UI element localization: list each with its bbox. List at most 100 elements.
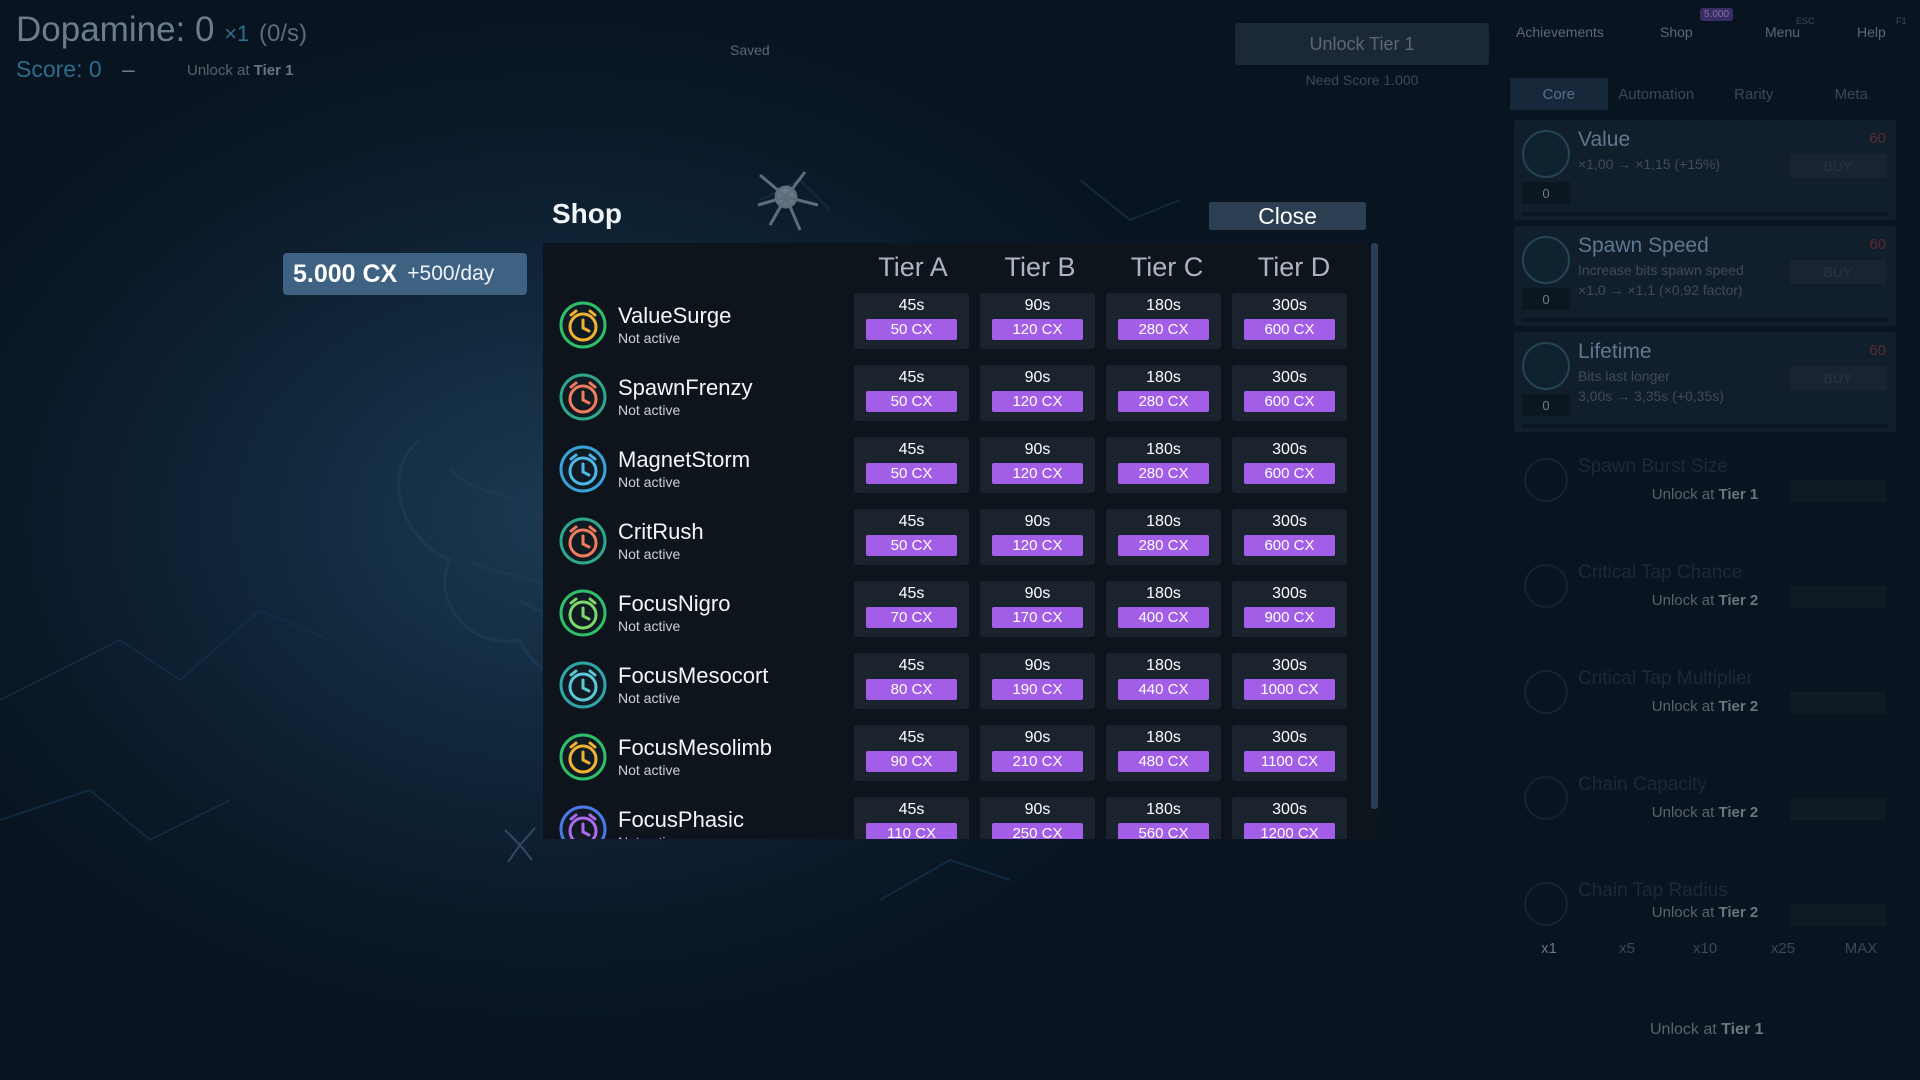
upgrade-name: Spawn Speed (1578, 234, 1709, 257)
help-button[interactable]: Help (1857, 24, 1886, 40)
buy-tier-d-button[interactable]: 300s 600 CX (1232, 509, 1347, 565)
alarm-clock-icon (559, 661, 607, 709)
tab-rarity[interactable]: Rarity (1705, 78, 1803, 110)
buy-tier-c-button[interactable]: 180s 280 CX (1106, 365, 1221, 421)
buy-tier-d-button[interactable]: 300s 1100 CX (1232, 725, 1347, 781)
buy-tier-a-button[interactable]: 45s 50 CX (854, 437, 969, 493)
tier-price: 600 CX (1244, 319, 1335, 340)
tier-duration: 45s (898, 441, 925, 458)
locked-upgrade-card: Spawn Burst Size Unlock at Tier 1 (1514, 446, 1896, 546)
buy-tier-c-button[interactable]: 180s 280 CX (1106, 437, 1221, 493)
buy-tier-b-button[interactable]: 90s 120 CX (980, 365, 1095, 421)
buy-tier-b-button[interactable]: 90s 120 CX (980, 509, 1095, 565)
tier-duration: 90s (1024, 585, 1051, 602)
tab-automation[interactable]: Automation (1608, 78, 1706, 110)
multiplier-x5[interactable]: x5 (1588, 940, 1666, 957)
upgrade-name: Value (1578, 128, 1631, 151)
buy-tier-a-button[interactable]: 45s 110 CX (854, 797, 969, 839)
buy-tier-d-button[interactable]: 300s 1200 CX (1232, 797, 1347, 839)
buy-tier-a-button[interactable]: 45s 50 CX (854, 365, 969, 421)
achievements-button[interactable]: Achievements (1516, 24, 1604, 40)
buy-button[interactable]: BUY (1790, 260, 1886, 284)
locked-upgrade-name: Chain Tap Radius (1578, 880, 1728, 901)
alarm-clock-icon (559, 301, 607, 349)
buy-tier-c-button[interactable]: 180s 280 CX (1106, 509, 1221, 565)
tier-price: 120 CX (992, 391, 1083, 412)
buy-tier-b-button[interactable]: 90s 250 CX (980, 797, 1095, 839)
tier-price: 1200 CX (1244, 823, 1335, 839)
unlock-prefix: Unlock at (1651, 904, 1719, 921)
tier-price: 600 CX (1244, 391, 1335, 412)
shop-nav-button[interactable]: Shop (1660, 24, 1693, 40)
unlock-tier-button[interactable]: Unlock Tier 1 (1235, 23, 1489, 65)
tab-core[interactable]: Core (1510, 78, 1608, 110)
buy-tier-c-button[interactable]: 180s 280 CX (1106, 293, 1221, 349)
buy-tier-c-button[interactable]: 180s 480 CX (1106, 725, 1221, 781)
close-shop-button[interactable]: Close (1209, 202, 1366, 230)
unlock-tier: Tier 2 (1718, 698, 1759, 715)
buy-button[interactable]: BUY (1790, 154, 1886, 178)
buy-tier-a-button[interactable]: 45s 80 CX (854, 653, 969, 709)
unlock-prefix: Unlock at (1651, 698, 1719, 715)
buy-tier-b-button[interactable]: 90s 210 CX (980, 725, 1095, 781)
tier-price: 70 CX (866, 607, 957, 628)
buy-tier-a-button[interactable]: 45s 90 CX (854, 725, 969, 781)
shop-item-name: CritRush (618, 519, 704, 544)
tier-price: 600 CX (1244, 463, 1335, 484)
shop-panel: Tier A Tier B Tier C Tier D ValueSurge No… (543, 243, 1380, 839)
buy-tier-c-button[interactable]: 180s 440 CX (1106, 653, 1221, 709)
unlock-prefix: Unlock at (1651, 592, 1719, 609)
tier-price: 480 CX (1118, 751, 1209, 772)
multiplier-max[interactable]: MAX (1822, 940, 1900, 957)
shop-title: Shop (552, 198, 622, 229)
buy-button[interactable]: BUY (1790, 366, 1886, 390)
upgrade-desc: Bits last longer 3,00s → 3,35s (+0,35s) (1578, 366, 1724, 406)
locked-upgrade-hint: Unlock at Tier 2 (1514, 804, 1896, 821)
buy-tier-b-button[interactable]: 90s 190 CX (980, 653, 1095, 709)
dopamine-value: Dopamine: 0 (16, 10, 215, 49)
tier-price: 560 CX (1118, 823, 1209, 839)
cx-per-day: +500/day (407, 262, 495, 285)
shop-item-row: FocusPhasic Not active 45s 110 CX 90s 250 CX 1… (543, 797, 1380, 839)
help-hotkey: F1 (1896, 16, 1907, 26)
tier-price: 280 CX (1118, 319, 1209, 340)
buy-tier-d-button[interactable]: 300s 1000 CX (1232, 653, 1347, 709)
shop-item-status: Not active (618, 690, 681, 706)
upgrade-count: 0 (1522, 182, 1570, 204)
tier-duration: 180s (1146, 297, 1181, 314)
buy-tier-b-button[interactable]: 90s 120 CX (980, 293, 1095, 349)
menu-button[interactable]: Menu (1765, 24, 1800, 40)
tier-unlock-hint-prefix: Unlock at (187, 62, 254, 79)
shop-scrollbar-thumb[interactable] (1371, 243, 1378, 809)
buy-tier-d-button[interactable]: 300s 900 CX (1232, 581, 1347, 637)
multiplier-x25[interactable]: x25 (1744, 940, 1822, 957)
shop-item-name: FocusPhasic (618, 807, 744, 832)
score-dash: – (122, 56, 135, 82)
buy-tier-a-button[interactable]: 45s 50 CX (854, 293, 969, 349)
locked-upgrade-card: Critical Tap Multiplier Unlock at Tier 2 (1514, 658, 1896, 758)
buy-tier-b-button[interactable]: 90s 120 CX (980, 437, 1095, 493)
save-status: Saved (730, 42, 770, 58)
buy-tier-b-button[interactable]: 90s 170 CX (980, 581, 1095, 637)
tier-price: 1100 CX (1244, 751, 1335, 772)
buy-tier-d-button[interactable]: 300s 600 CX (1232, 365, 1347, 421)
buy-tier-d-button[interactable]: 300s 600 CX (1232, 437, 1347, 493)
tab-meta[interactable]: Meta (1803, 78, 1901, 110)
buy-tier-a-button[interactable]: 45s 50 CX (854, 509, 969, 565)
tier-price: 50 CX (866, 319, 957, 340)
tier-duration: 90s (1024, 297, 1051, 314)
tier-price: 400 CX (1118, 607, 1209, 628)
upgrade-desc-line: Bits last longer (1578, 368, 1670, 384)
shop-item-status: Not active (618, 474, 681, 490)
buy-tier-a-button[interactable]: 45s 70 CX (854, 581, 969, 637)
buy-tier-d-button[interactable]: 300s 600 CX (1232, 293, 1347, 349)
buy-tier-c-button[interactable]: 180s 400 CX (1106, 581, 1221, 637)
multiplier-x1[interactable]: x1 (1510, 940, 1588, 957)
unlock-prefix: Unlock at (1651, 804, 1719, 821)
score-counter: Score: 0 – (16, 56, 135, 83)
multiplier-x10[interactable]: x10 (1666, 940, 1744, 957)
tier-duration: 180s (1146, 729, 1181, 746)
buy-tier-c-button[interactable]: 180s 560 CX (1106, 797, 1221, 839)
tier-duration: 45s (898, 513, 925, 530)
upgrade-cost: 60 (1869, 236, 1886, 253)
